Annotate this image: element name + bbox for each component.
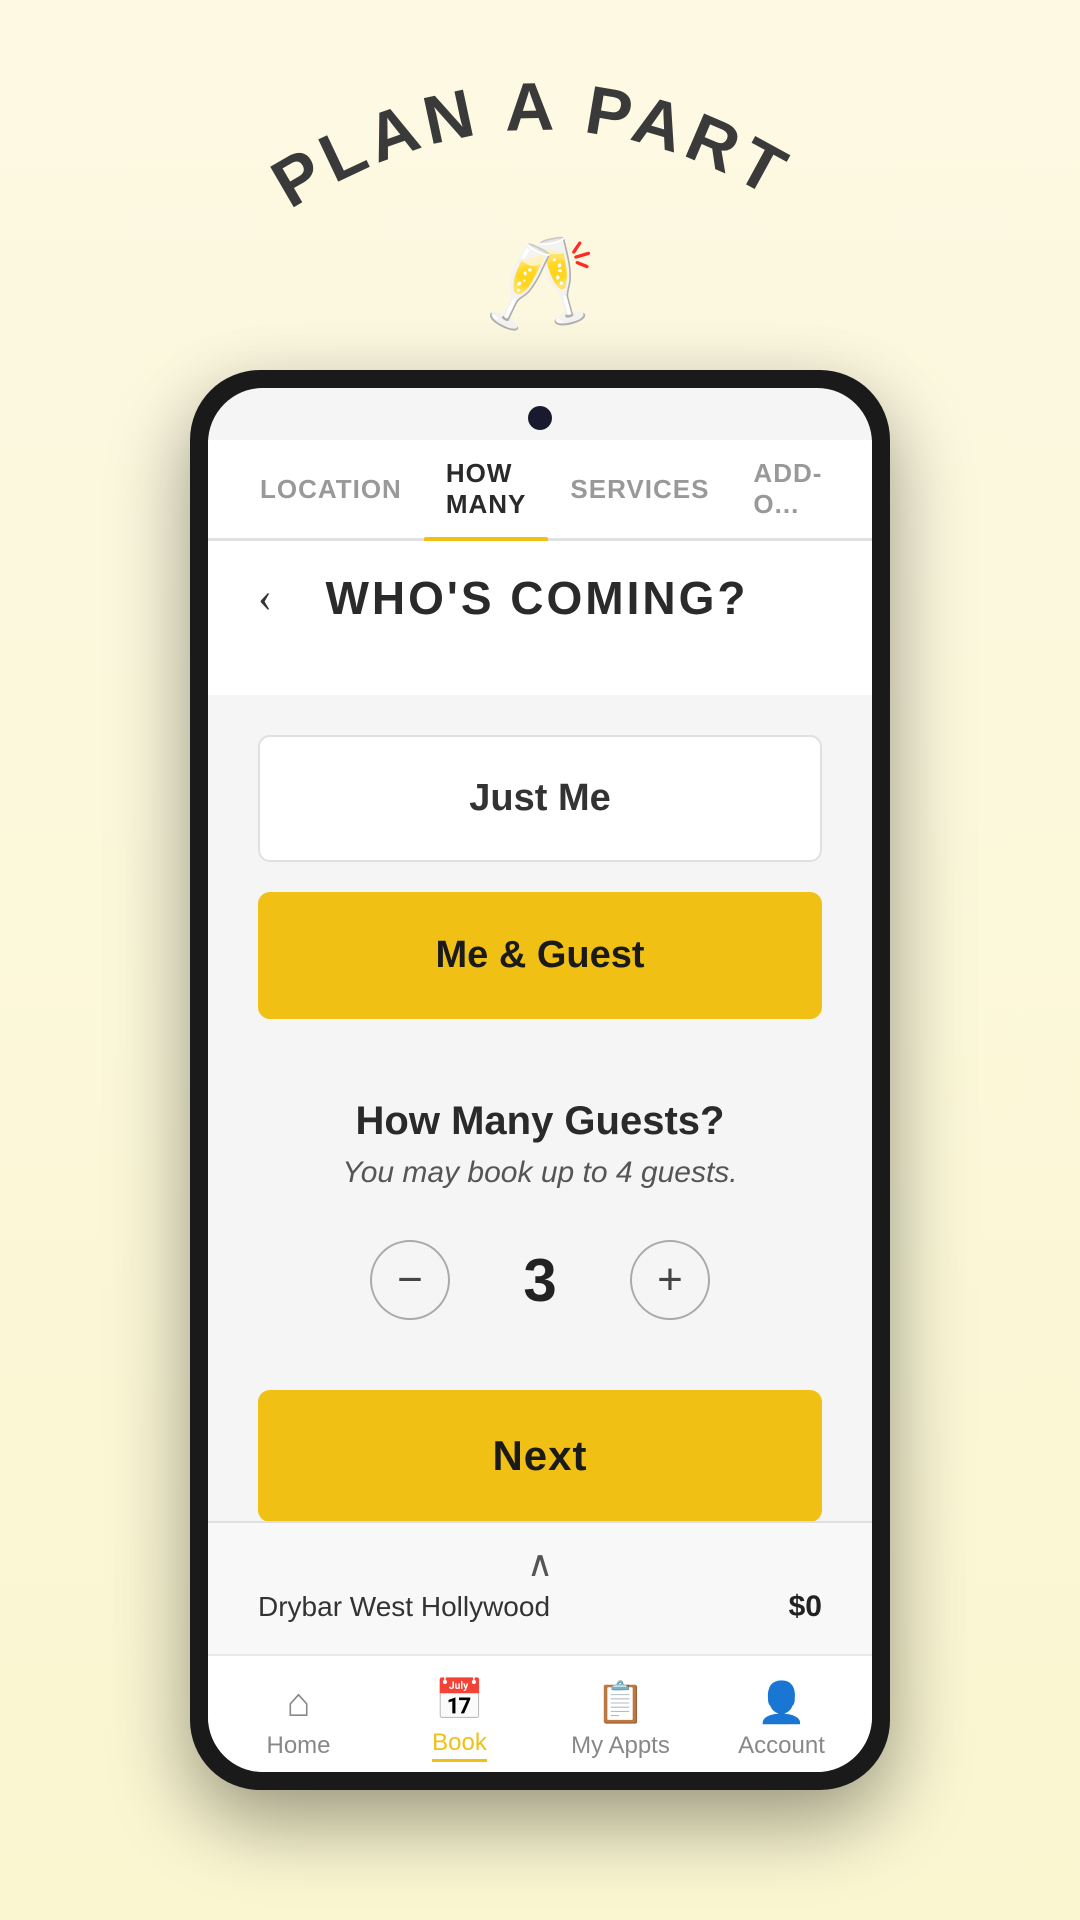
nav-account-label: Account xyxy=(738,1732,825,1760)
back-header: ‹ WHO'S COMING? xyxy=(258,571,822,625)
home-icon: ⌂ xyxy=(286,1679,310,1726)
next-section: Next I want to book more than 4 xyxy=(208,1350,872,1521)
chevron-up-icon[interactable]: ∧ xyxy=(248,1543,832,1585)
svg-text:PLAN A PARTY: PLAN A PARTY xyxy=(250,80,803,220)
nav-book-label: Book xyxy=(432,1729,487,1762)
increment-button[interactable]: + xyxy=(630,1240,710,1320)
decrement-button[interactable]: − xyxy=(370,1240,450,1320)
me-and-guest-button[interactable]: Me & Guest xyxy=(258,892,822,1019)
page-title: WHO'S COMING? xyxy=(292,571,822,625)
top-section: ‹ WHO'S COMING? xyxy=(208,541,872,695)
next-button[interactable]: Next xyxy=(258,1390,822,1521)
bottom-bar: ∧ Drybar West Hollywood $0 xyxy=(208,1521,872,1654)
nav-account[interactable]: 👤 Account xyxy=(701,1679,862,1760)
appts-icon: 📋 xyxy=(596,1679,646,1726)
camera-notch xyxy=(528,406,552,430)
guests-section: How Many Guests? You may book up to 4 gu… xyxy=(208,1049,872,1350)
bottom-navigation: ⌂ Home 📅 Book 📋 My Appts 👤 Account xyxy=(208,1654,872,1772)
header-area: PLAN A PARTY 🥂 xyxy=(0,0,1080,370)
nav-home-label: Home xyxy=(266,1732,330,1760)
tab-services[interactable]: SERVICES xyxy=(548,456,731,523)
tab-navigation: LOCATION HOW MANY SERVICES ADD-O... xyxy=(208,440,872,541)
options-section: Just Me Me & Guest xyxy=(208,695,872,1049)
champagne-icon: 🥂 xyxy=(484,240,596,330)
tab-how-many[interactable]: HOW MANY xyxy=(424,440,549,538)
guests-title: How Many Guests? xyxy=(356,1099,725,1144)
price-display: $0 xyxy=(789,1590,822,1624)
nav-my-appts[interactable]: 📋 My Appts xyxy=(540,1679,701,1760)
nav-appts-label: My Appts xyxy=(571,1732,670,1760)
tab-location[interactable]: LOCATION xyxy=(238,456,424,523)
guest-count: 3 xyxy=(510,1246,570,1315)
nav-home[interactable]: ⌂ Home xyxy=(218,1679,379,1760)
nav-book[interactable]: 📅 Book xyxy=(379,1676,540,1762)
plan-party-title: PLAN A PARTY xyxy=(250,80,830,220)
guests-subtitle: You may book up to 4 guests. xyxy=(342,1156,737,1190)
screen-content: ‹ WHO'S COMING? Just Me Me & Guest How M… xyxy=(208,541,872,1521)
counter-row: − 3 + xyxy=(370,1240,710,1320)
account-icon: 👤 xyxy=(757,1679,807,1726)
phone-frame: LOCATION HOW MANY SERVICES ADD-O... ‹ WH… xyxy=(190,370,890,1790)
back-button[interactable]: ‹ xyxy=(258,577,272,619)
just-me-button[interactable]: Just Me xyxy=(258,735,822,862)
book-icon: 📅 xyxy=(435,1676,485,1723)
phone-screen: LOCATION HOW MANY SERVICES ADD-O... ‹ WH… xyxy=(208,388,872,1772)
location-name: Drybar West Hollywood xyxy=(258,1591,550,1623)
tab-add-ons[interactable]: ADD-O... xyxy=(731,440,844,538)
location-bar: Drybar West Hollywood $0 xyxy=(248,1590,832,1644)
